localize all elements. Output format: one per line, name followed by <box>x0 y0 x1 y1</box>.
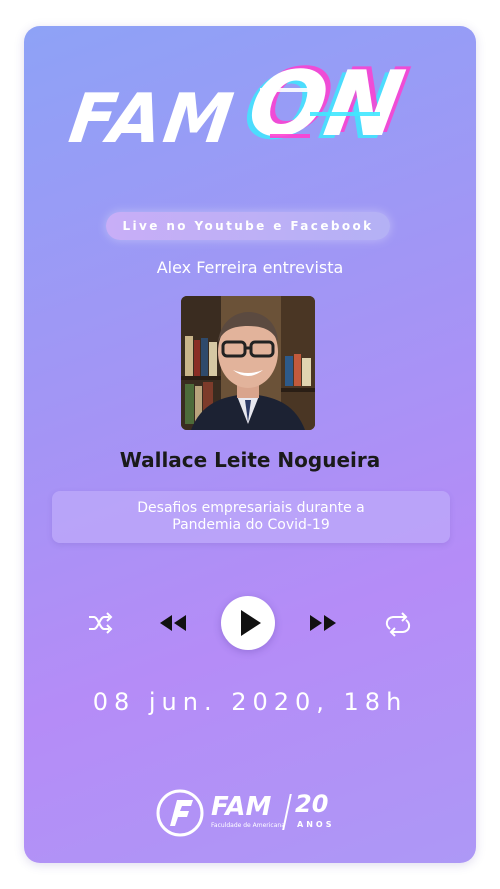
footer-divider <box>282 794 292 830</box>
footer-brand: FAM <box>211 792 272 822</box>
glitch-bar <box>270 134 310 138</box>
glitch-bar <box>260 88 310 92</box>
shuffle-button[interactable] <box>86 610 114 636</box>
fast-forward-button[interactable] <box>308 612 338 634</box>
footer-years-label: ANOS <box>297 820 335 829</box>
fast-forward-icon <box>310 615 336 631</box>
play-icon <box>241 610 261 636</box>
repeat-button[interactable] <box>382 610 414 638</box>
rewind-button[interactable] <box>158 612 188 634</box>
rewind-icon <box>160 615 186 631</box>
topic-box: Desafios empresariais durante a Pandemia… <box>52 491 450 543</box>
event-date: 08 jun. 2020, 18h <box>92 688 408 716</box>
repeat-icon <box>385 612 411 637</box>
media-controls <box>0 596 500 652</box>
footer-years: 20 <box>295 790 329 818</box>
logo-fam-text: FAM <box>64 80 240 159</box>
live-platforms-text: Live no Youtube e Facebook <box>122 219 374 233</box>
play-button[interactable] <box>221 596 275 650</box>
fam-footer-logo: FAM Faculdade de Americana 20 ANOS <box>155 788 355 840</box>
famon-logo: FAM ON ON ON <box>64 49 416 165</box>
topic-line-2: Pandemia do Covid-19 <box>172 517 330 533</box>
shuffle-icon <box>89 612 113 634</box>
logo-on-glitch: ON ON ON <box>236 49 416 165</box>
glitch-bar <box>310 112 380 116</box>
fam-emblem-icon <box>156 789 204 837</box>
logo-on-text: ON <box>240 52 412 157</box>
guest-portrait-image <box>181 296 315 430</box>
live-platforms-badge: Live no Youtube e Facebook <box>106 212 390 240</box>
interviewer-caption: Alex Ferreira entrevista <box>156 258 344 277</box>
guest-photo <box>181 296 315 430</box>
guest-name: Wallace Leite Nogueira <box>119 448 381 472</box>
footer-subtitle: Faculdade de Americana <box>211 822 285 829</box>
topic-line-1: Desafios empresariais durante a <box>137 499 365 516</box>
